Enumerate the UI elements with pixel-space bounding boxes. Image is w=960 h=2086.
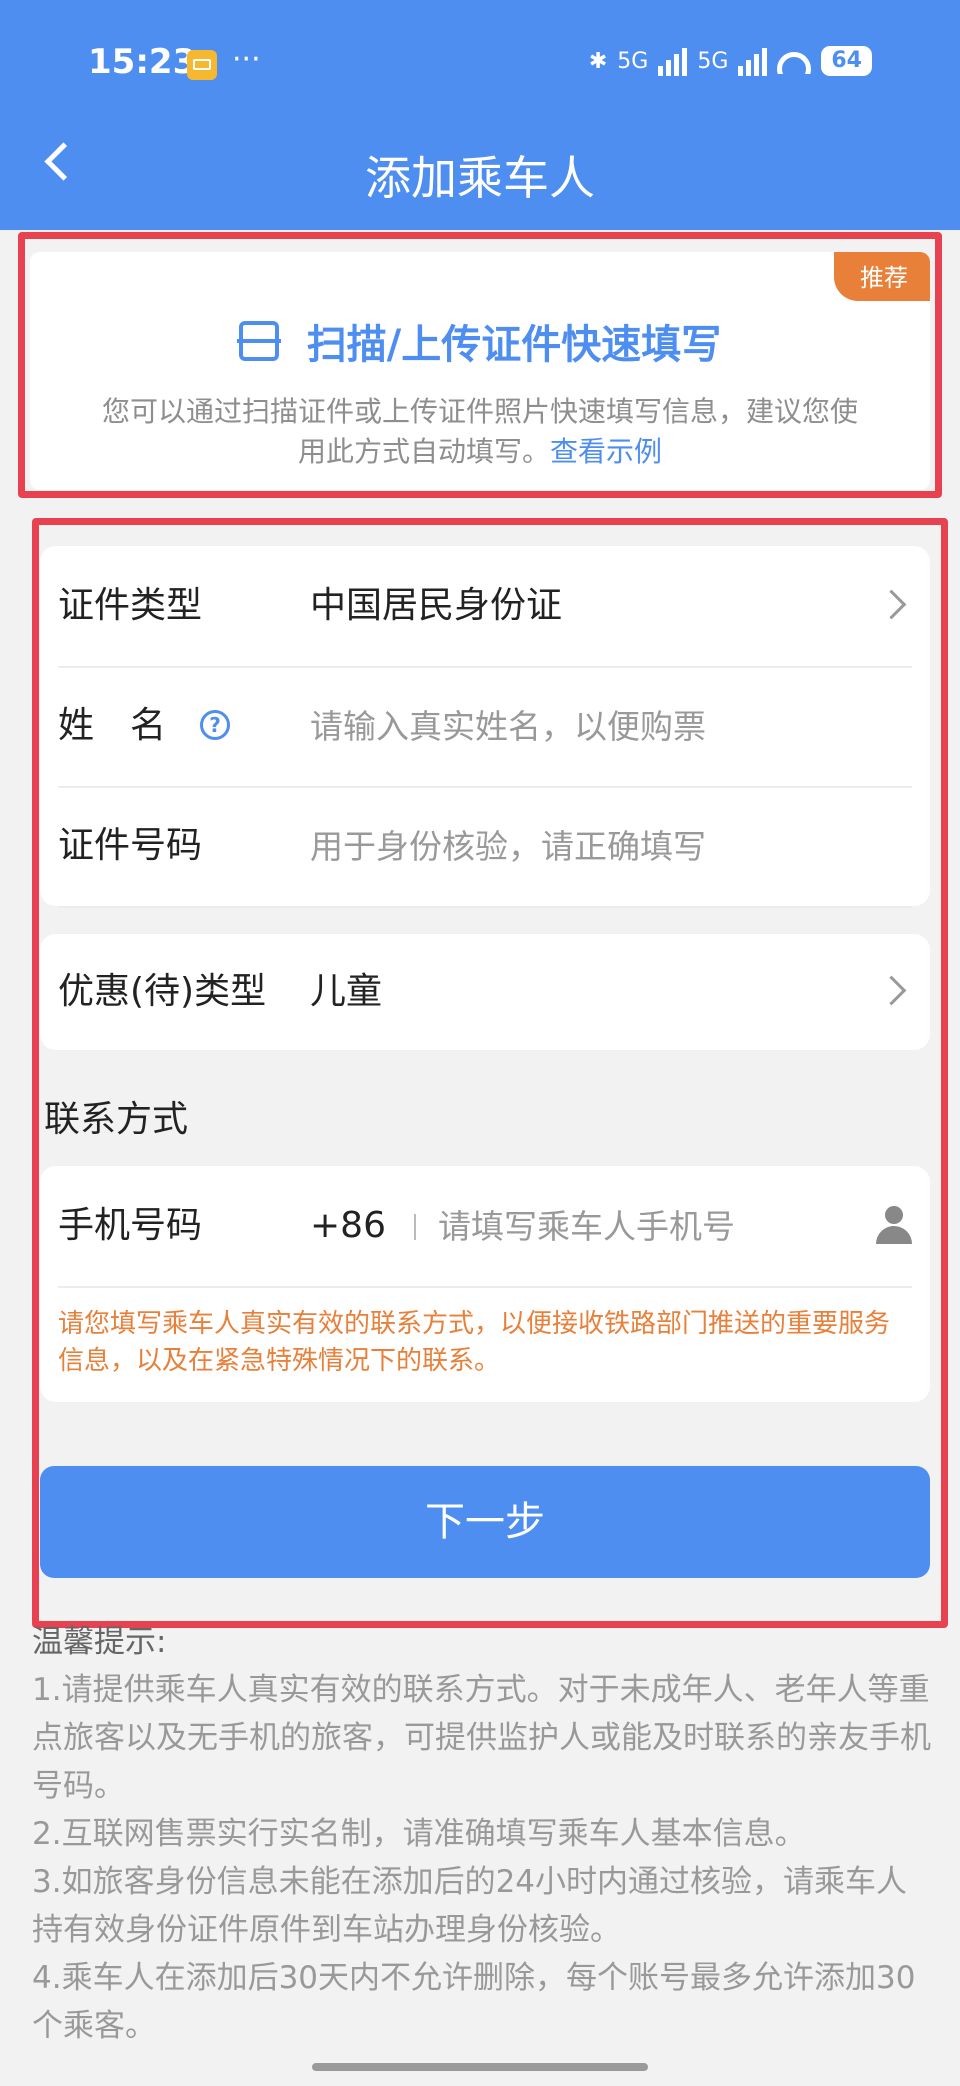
tips-title: 温馨提示: <box>32 1624 167 1660</box>
passenger-info-card: 证件类型 中国居民身份证 姓 名 ? 证件号码 <box>40 546 930 908</box>
chevron-right-icon <box>876 975 907 1006</box>
status-indicators: ✱ 5G 5G 64 <box>589 46 872 76</box>
id-number-input[interactable] <box>310 820 870 872</box>
contact-notice: 请您填写乘车人真实有效的联系方式，以便接收铁路部门推送的重要服务信息，以及在紧急… <box>58 1309 891 1376</box>
id-number-row: 证件号码 <box>58 786 912 908</box>
discount-type-value: 儿童 <box>310 971 383 1012</box>
tip-item: 4.乘车人在添加后30天内不允许删除，每个账号最多允许添加30个乘客。 <box>32 1960 916 2044</box>
name-label: 姓 名 <box>58 705 167 746</box>
divider <box>414 1214 416 1240</box>
phone-label: 手机号码 <box>58 1205 203 1246</box>
tip-item: 1.请提供乘车人真实有效的联系方式。对于未成年人、老年人等重点旅客以及无手机的旅… <box>32 1672 931 1804</box>
page-title: 添加乘车人 <box>365 151 595 205</box>
signal-icon-2 <box>738 46 768 76</box>
phone-row: 手机号码 +86 <box>58 1166 912 1288</box>
network-type-2: 5G <box>697 48 729 74</box>
contact-section-title: 联系方式 <box>44 1099 189 1140</box>
battery-indicator: 64 <box>821 46 872 76</box>
scan-title: 扫描/上传证件快速填写 <box>306 322 722 368</box>
id-number-label: 证件号码 <box>58 825 203 866</box>
discount-card: 优惠(待)类型 儿童 <box>40 934 930 1050</box>
name-input[interactable] <box>310 700 870 752</box>
tip-item: 2.互联网售票实行实名制，请准确填写乘车人基本信息。 <box>32 1816 806 1852</box>
network-type-1: 5G <box>617 48 649 74</box>
id-type-label: 证件类型 <box>58 585 203 626</box>
signal-icon <box>658 46 688 76</box>
recommend-badge: 推荐 <box>834 252 930 301</box>
id-type-value: 中国居民身份证 <box>310 585 563 626</box>
scan-title-line: 扫描/上传证件快速填写 <box>30 312 930 370</box>
country-code[interactable]: +86 <box>310 1166 386 1286</box>
scan-icon <box>236 321 281 361</box>
view-example-link[interactable]: 查看示例 <box>550 435 662 468</box>
tips-section: 温馨提示: 1.请提供乘车人真实有效的联系方式。对于未成年人、老年人等重点旅客以… <box>32 1618 932 2050</box>
home-indicator <box>312 2063 648 2071</box>
wifi-icon <box>777 48 812 74</box>
discount-type-row[interactable]: 优惠(待)类型 儿童 <box>58 934 912 1050</box>
mail-notification-icon <box>187 50 217 80</box>
app-header: 15:23 ··· ✱ 5G 5G 64 添加乘车人 <box>0 0 960 230</box>
scan-description-text: 您可以通过扫描证件或上传证件照片快速填写信息，建议您使用此方式自动填写。 <box>101 395 858 468</box>
next-step-button[interactable]: 下一步 <box>40 1466 930 1578</box>
tip-item: 3.如旅客身份信息未能在添加后的24小时内通过核验，请乘车人持有效身份证件原件到… <box>32 1864 908 1948</box>
more-notifications-icon: ··· <box>232 42 261 77</box>
id-type-row[interactable]: 证件类型 中国居民身份证 <box>58 546 912 668</box>
chevron-right-icon <box>876 589 907 620</box>
help-icon[interactable]: ? <box>200 710 230 740</box>
bluetooth-icon: ✱ <box>588 48 608 74</box>
scan-description: 您可以通过扫描证件或上传证件照片快速填写信息，建议您使用此方式自动填写。查看示例 <box>90 392 870 472</box>
contact-card: 手机号码 +86 请您填写乘车人真实有效的联系方式，以便接收铁路部门推送的重要服… <box>40 1166 930 1402</box>
status-time: 15:23 <box>88 42 197 82</box>
name-row: 姓 名 ? <box>58 666 912 788</box>
phone-input[interactable] <box>438 1200 898 1252</box>
scan-upload-card[interactable]: 推荐 扫描/上传证件快速填写 您可以通过扫描证件或上传证件照片快速填写信息，建议… <box>30 252 930 490</box>
contact-person-icon[interactable] <box>876 1206 912 1246</box>
discount-type-label: 优惠(待)类型 <box>58 971 267 1012</box>
